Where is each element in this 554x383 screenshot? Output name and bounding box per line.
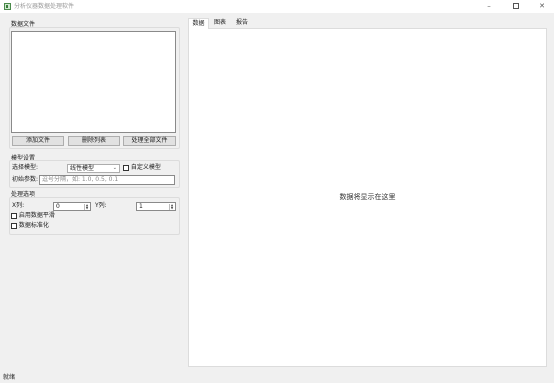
init-params-label: 初始参数: xyxy=(12,176,39,183)
smoothing-checkbox[interactable] xyxy=(11,212,17,219)
title-bar xyxy=(0,0,554,13)
y-column-value: 1 xyxy=(139,203,143,210)
maximize-button[interactable] xyxy=(505,1,527,12)
custom-model-checkbox[interactable] xyxy=(123,164,129,171)
normalize-checkbox[interactable] xyxy=(11,222,17,229)
spin-arrows-icon[interactable]: ▲ ▼ xyxy=(84,204,89,210)
minimize-button[interactable]: – xyxy=(478,1,500,12)
x-column-spinbox[interactable]: 0 ▲ ▼ xyxy=(53,202,91,211)
y-column-spinbox[interactable]: 1 ▲ ▼ xyxy=(136,202,176,211)
normalize-option[interactable]: 数据标准化 xyxy=(11,222,49,230)
x-column-label: X列: xyxy=(12,202,25,209)
tab-report[interactable]: 报告 xyxy=(231,18,253,28)
status-bar xyxy=(0,373,554,383)
remove-list-button[interactable]: 删除列表 xyxy=(68,136,120,146)
model-select-value: 线性模型 xyxy=(70,165,95,172)
model-select[interactable]: 线性模型 ⌄ xyxy=(67,164,120,173)
normalize-label: 数据标准化 xyxy=(18,222,49,229)
add-file-button[interactable]: 添加文件 xyxy=(12,136,64,146)
chevron-down-icon: ⌄ xyxy=(112,165,117,171)
smoothing-option[interactable]: 启用数据平滑 xyxy=(11,212,55,220)
maximize-icon xyxy=(513,3,519,9)
process-all-button[interactable]: 处理全部文件 xyxy=(123,136,176,146)
init-params-input[interactable]: 逗号分隔，如: 1.0, 0.5, 0.1 xyxy=(39,175,175,185)
data-placeholder-text: 数据将显示在这里 xyxy=(339,193,396,201)
window-title: 分析仪器数据处理软件 xyxy=(14,3,75,10)
file-list[interactable] xyxy=(11,31,176,133)
model-select-label: 选择模型: xyxy=(12,164,39,171)
app-icon xyxy=(4,3,11,10)
custom-model-option[interactable]: 自定义模型 xyxy=(123,164,161,172)
spin-arrows-icon[interactable]: ▲ ▼ xyxy=(169,204,174,210)
tab-chart[interactable]: 图表 xyxy=(210,18,230,28)
y-column-label: Y列: xyxy=(95,202,107,209)
custom-model-label: 自定义模型 xyxy=(130,164,161,171)
tab-data[interactable]: 数据 xyxy=(188,18,209,29)
x-column-value: 0 xyxy=(56,203,60,210)
status-text: 就绪 xyxy=(3,374,16,381)
close-button[interactable]: ✕ xyxy=(531,1,553,12)
smoothing-label: 启用数据平滑 xyxy=(18,212,55,219)
